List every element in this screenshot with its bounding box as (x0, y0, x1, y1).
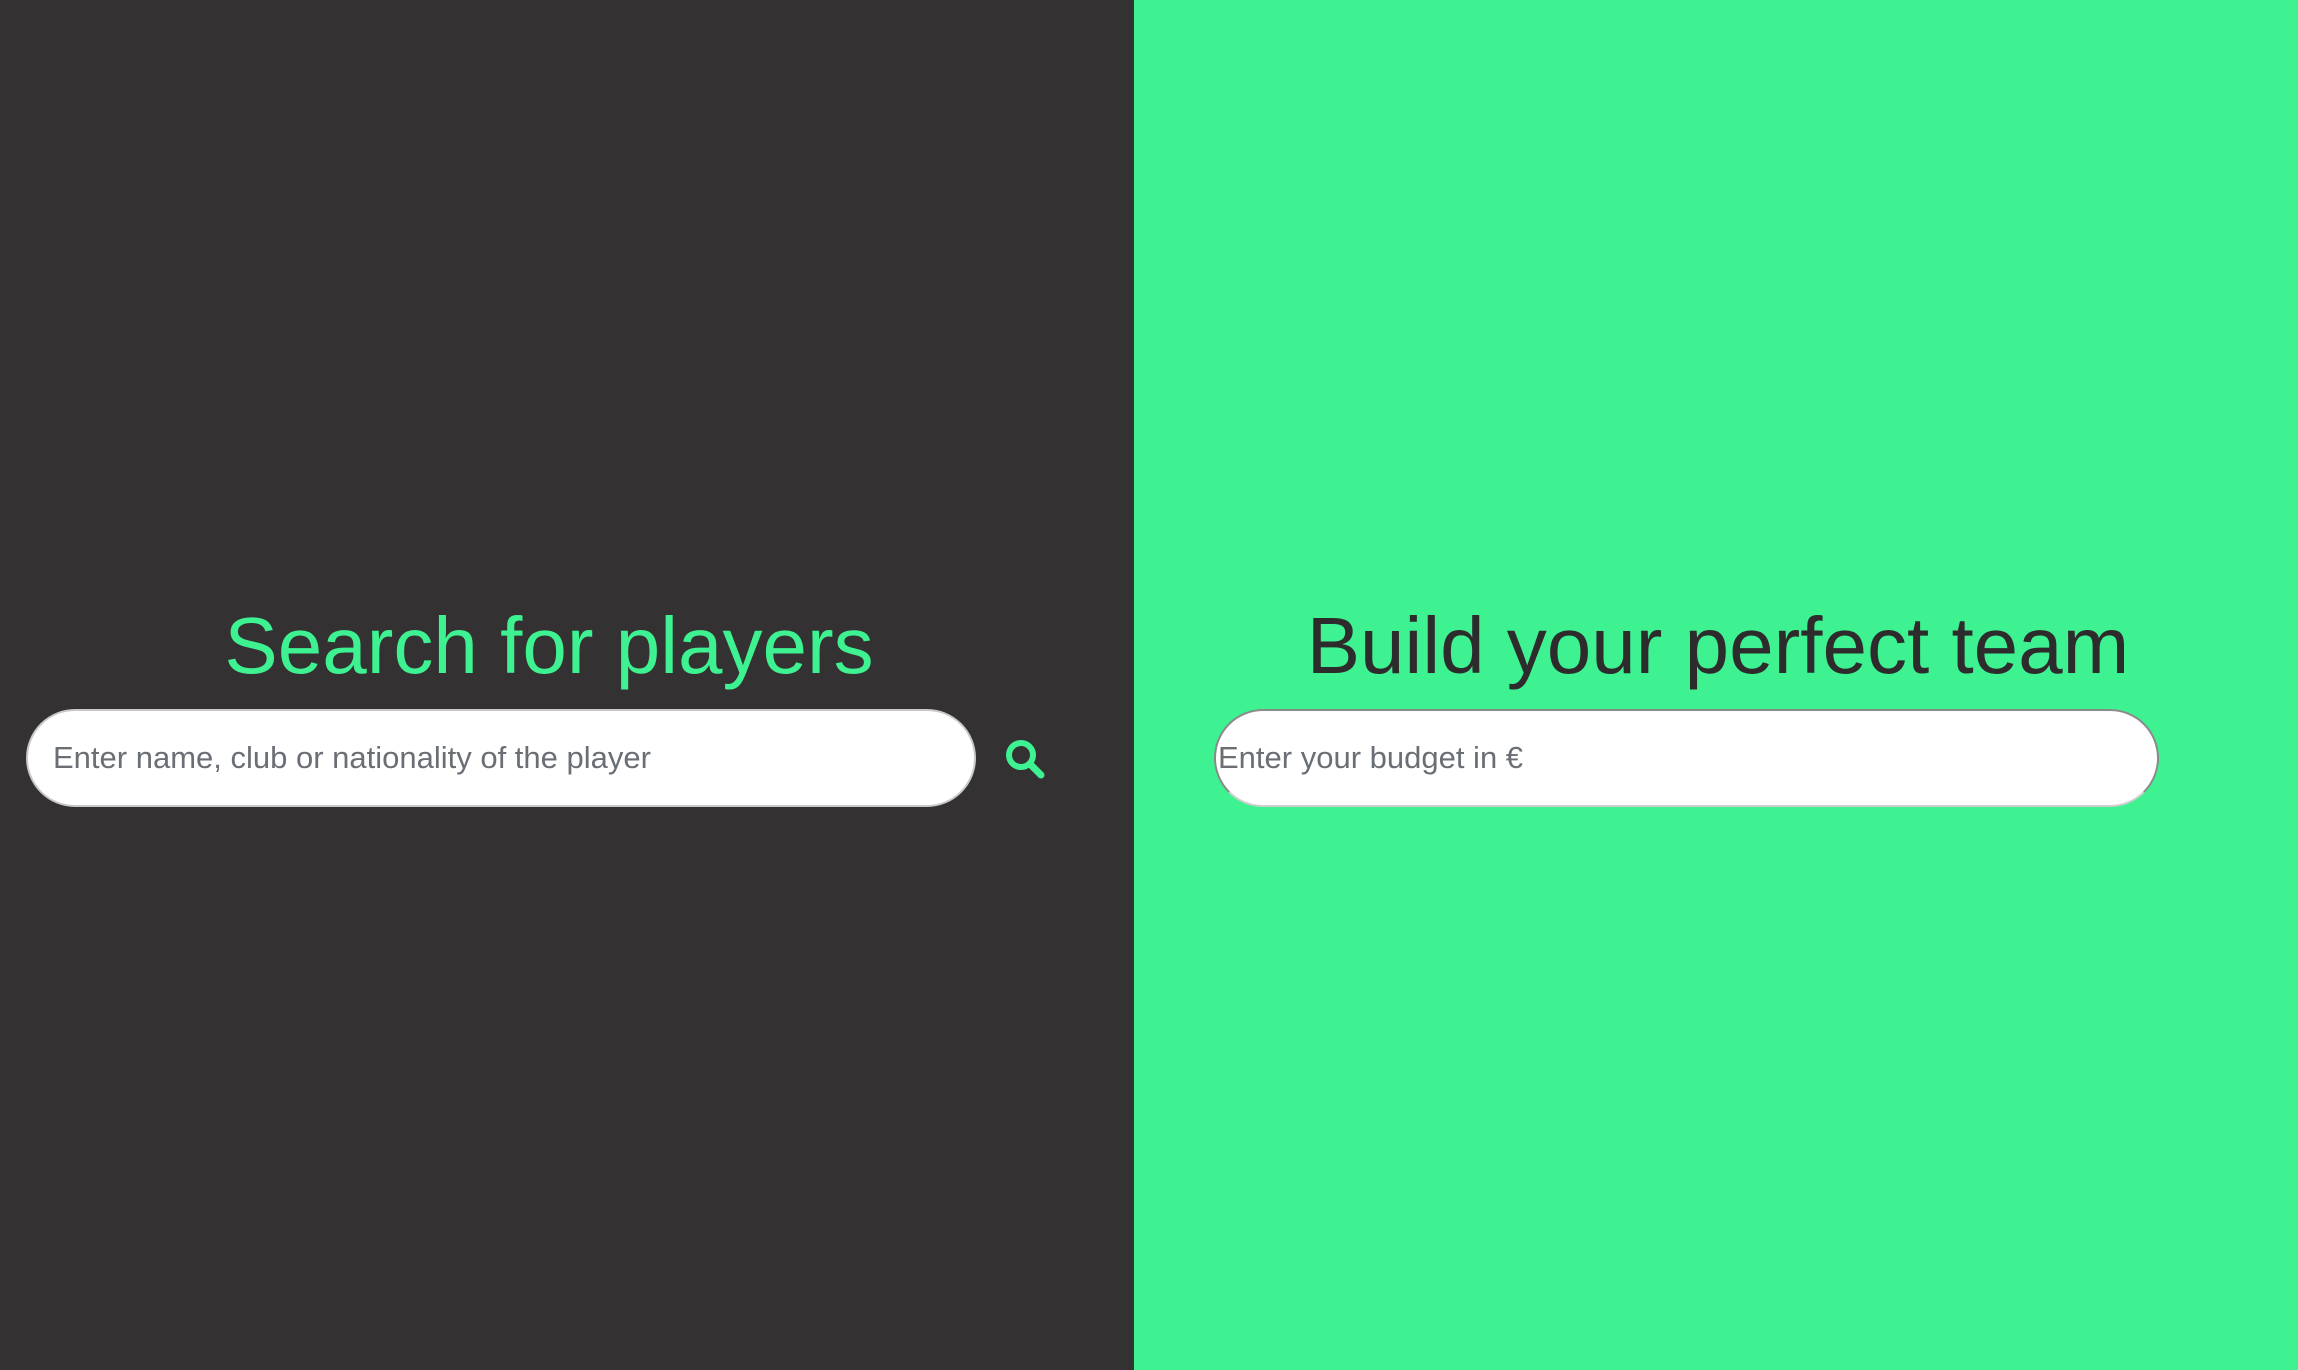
team-builder-panel: Build your perfect team (1134, 0, 2298, 1370)
page: Search for players Build your perfect te… (0, 0, 2298, 1370)
player-search-panel: Search for players (0, 0, 1134, 1370)
player-search-heading: Search for players (224, 601, 874, 690)
team-builder-heading: Build your perfect team (1306, 601, 2130, 690)
player-search-input[interactable] (26, 709, 976, 807)
budget-input[interactable] (1214, 709, 2159, 807)
search-icon (1006, 740, 1045, 779)
player-search-button[interactable] (1003, 734, 1053, 784)
